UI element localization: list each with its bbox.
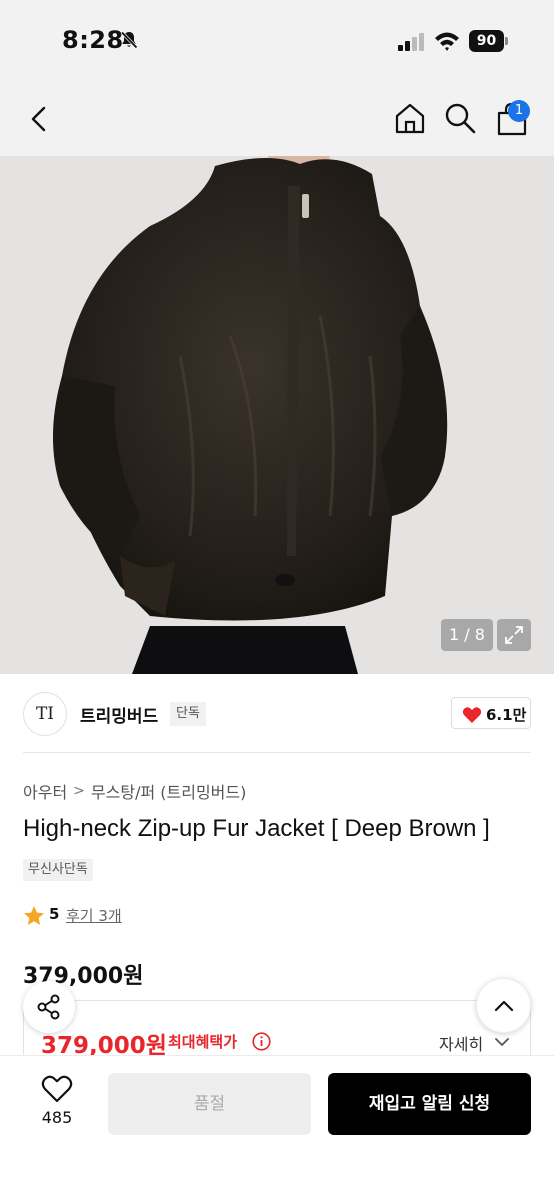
status-bar: 8:28 90	[0, 0, 554, 80]
rating-value: 5	[49, 905, 60, 923]
back-chevron-icon[interactable]	[22, 102, 56, 136]
max-benefit-label: 최대혜택가	[168, 1033, 238, 1051]
breadcrumb-item-subcategory[interactable]: 무스탕/퍼 (트리밍버드)	[91, 783, 246, 802]
battery-icon: 90	[469, 30, 509, 52]
brand-like-button[interactable]: 6.1만	[451, 697, 531, 729]
bell-slash-icon	[120, 31, 138, 49]
cart-count-badge: 1	[508, 100, 530, 122]
wifi-icon	[435, 32, 459, 51]
status-time: 8:28	[62, 26, 124, 54]
star-icon	[24, 906, 44, 925]
musinsa-exclusive-tag: 무신사단독	[23, 859, 93, 881]
fur-jacket-photo	[0, 156, 554, 674]
product-title: High-neck Zip-up Fur Jacket [ Deep Brown…	[23, 815, 490, 842]
image-counter: 1 / 8	[441, 619, 493, 651]
heart-outline-icon	[41, 1075, 73, 1103]
restock-alert-button[interactable]: 재입고 알림 신청	[328, 1073, 531, 1135]
product-image[interactable]	[0, 156, 554, 674]
chevron-down-icon[interactable]	[494, 1035, 510, 1049]
home-icon[interactable]	[393, 101, 427, 135]
share-icon	[37, 994, 60, 1020]
expand-button[interactable]	[497, 619, 531, 651]
signal-icon	[398, 33, 424, 51]
wishlist-button[interactable]: 485	[30, 1072, 84, 1134]
divider	[23, 752, 531, 753]
like-count: 6.1만	[486, 706, 527, 724]
battery-level: 90	[469, 30, 504, 52]
breadcrumb: 아우터 > 무스탕/퍼 (트리밍버드)	[23, 779, 246, 803]
detail-link[interactable]: 자세히	[439, 1031, 483, 1055]
brand-exclusive-tag: 단독	[170, 702, 206, 726]
search-icon[interactable]	[443, 101, 477, 135]
brand-name[interactable]: 트리밍버드	[80, 702, 158, 727]
chevron-right-icon: >	[73, 783, 85, 799]
wish-count: 485	[41, 1108, 73, 1127]
soldout-button[interactable]: 품절	[108, 1073, 311, 1135]
nav-bar: 1	[0, 80, 554, 156]
info-icon[interactable]	[252, 1032, 271, 1051]
chevron-up-icon	[494, 1000, 514, 1012]
brand-logo[interactable]: TI	[23, 692, 67, 736]
expand-icon	[505, 626, 523, 644]
scroll-top-button[interactable]	[476, 978, 531, 1033]
breadcrumb-item-category[interactable]: 아우터	[23, 783, 67, 802]
heart-filled-icon	[462, 707, 482, 723]
share-button[interactable]	[23, 981, 75, 1033]
review-link[interactable]: 후기 3개	[66, 905, 122, 926]
